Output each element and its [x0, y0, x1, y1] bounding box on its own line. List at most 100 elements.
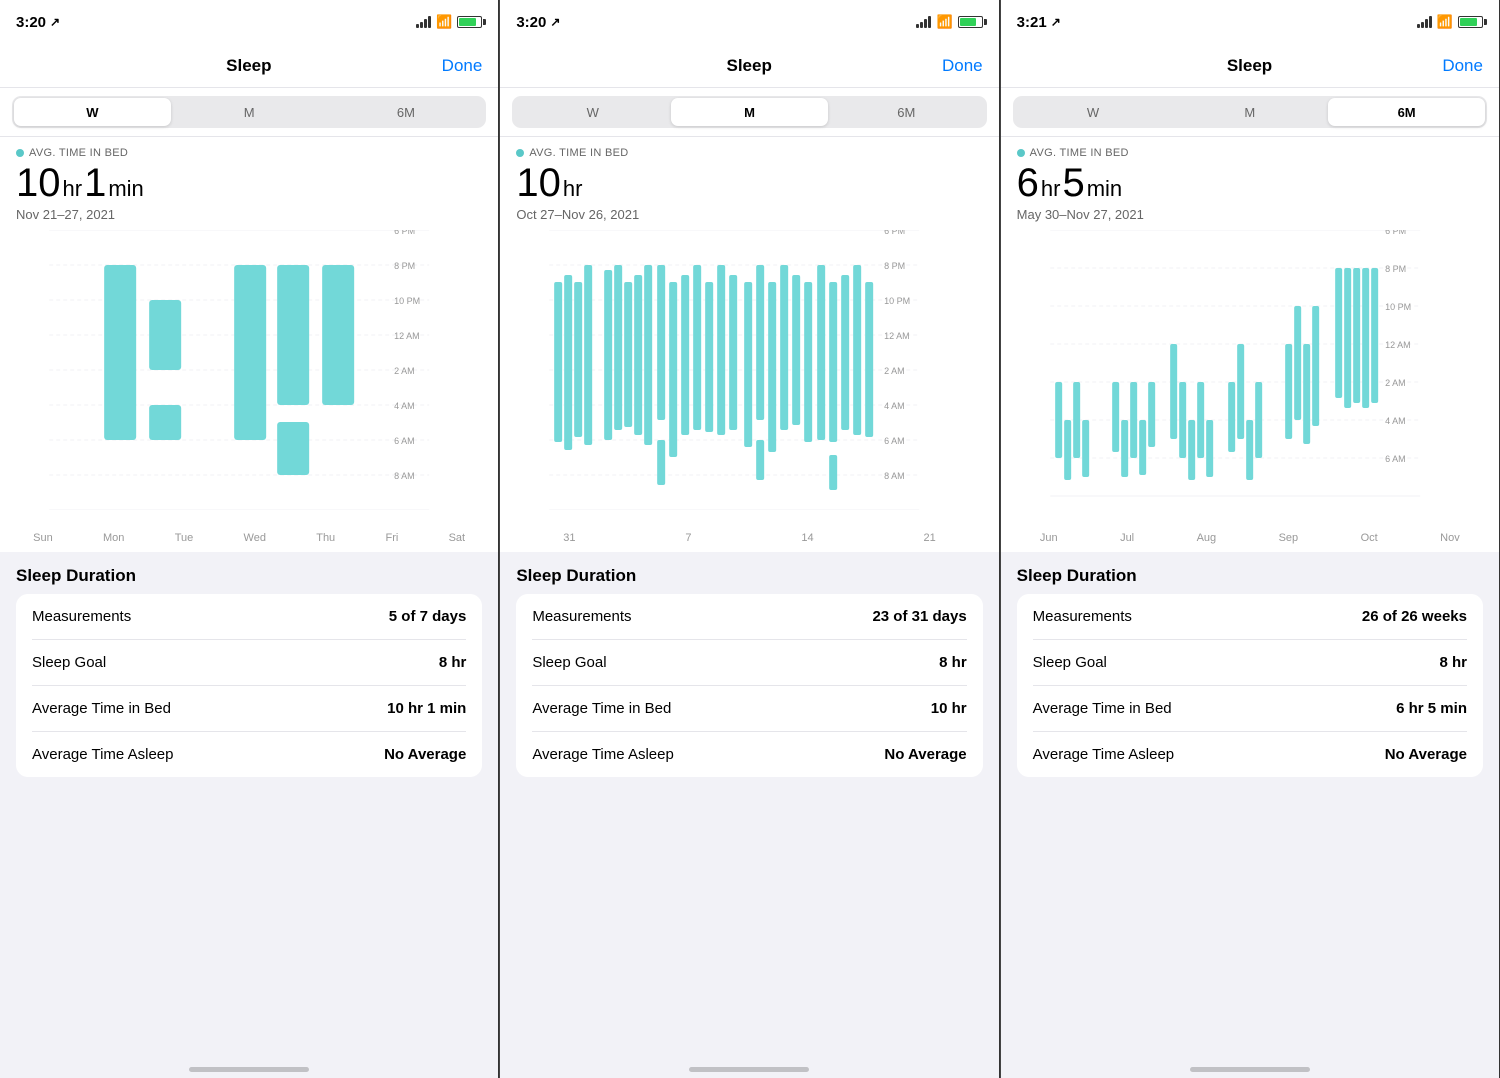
segment-container-1: W M 6M — [0, 88, 498, 137]
segment-w-3[interactable]: W — [1015, 98, 1172, 126]
cards-wrapper-2: Measurements 23 of 31 days Sleep Goal 8 … — [500, 594, 998, 777]
svg-text:6 AM: 6 AM — [394, 436, 415, 446]
card-label-avg-bed-2: Average Time in Bed — [532, 700, 671, 717]
x-label-aug: Aug — [1197, 532, 1217, 544]
segment-6m-1[interactable]: 6M — [328, 98, 485, 126]
x-label-7: 7 — [685, 532, 691, 544]
svg-text:8 PM: 8 PM — [884, 261, 905, 271]
card-avg-asleep-2[interactable]: Average Time Asleep No Average — [516, 732, 982, 777]
scroll-area-3: W M 6M AVG. TIME IN BED 6hr 5min May 30–… — [1001, 88, 1499, 1078]
card-label-measurements-2: Measurements — [532, 608, 631, 625]
home-indicator-2 — [689, 1067, 809, 1072]
x-label-wed: Wed — [244, 532, 266, 544]
x-axis-labels-3: Jun Jul Aug Sep Oct Nov — [1001, 530, 1499, 552]
x-label-fri: Fri — [385, 532, 398, 544]
segment-control-2: W M 6M — [512, 96, 986, 128]
card-avg-asleep-3[interactable]: Average Time Asleep No Average — [1017, 732, 1483, 777]
home-indicator-3 — [1190, 1067, 1310, 1072]
svg-text:8 PM: 8 PM — [394, 261, 415, 271]
card-value-avg-asleep-2: No Average — [884, 746, 966, 763]
card-measurements-3[interactable]: Measurements 26 of 26 weeks — [1017, 594, 1483, 639]
card-measurements-1[interactable]: Measurements 5 of 7 days — [16, 594, 482, 639]
avg-label-2: AVG. TIME IN BED — [516, 147, 982, 159]
battery-icon-3 — [1458, 16, 1483, 28]
avg-dot-3 — [1017, 149, 1025, 157]
segment-w-1[interactable]: W — [14, 98, 171, 126]
wifi-icon-1: 📶 — [436, 14, 452, 30]
card-label-avg-asleep-1: Average Time Asleep — [32, 746, 173, 763]
card-sleep-goal-1[interactable]: Sleep Goal 8 hr — [16, 640, 482, 685]
time-display-2: 3:20 — [516, 14, 546, 31]
x-label-mon: Mon — [103, 532, 124, 544]
chart-area-2: 6 PM 8 PM 10 PM 12 AM 2 AM 4 AM 6 AM 8 A… — [500, 230, 998, 530]
wifi-icon-2: 📶 — [936, 14, 952, 30]
card-label-avg-bed-3: Average Time in Bed — [1033, 700, 1172, 717]
nav-title-3: Sleep — [1227, 56, 1272, 76]
card-avg-bed-2[interactable]: Average Time in Bed 10 hr — [516, 686, 982, 731]
card-label-avg-asleep-2: Average Time Asleep — [532, 746, 673, 763]
x-label-jun: Jun — [1040, 532, 1058, 544]
card-value-avg-asleep-1: No Average — [384, 746, 466, 763]
nav-bar-1: Sleep Done — [0, 44, 498, 88]
svg-text:4 AM: 4 AM — [1385, 416, 1406, 426]
card-label-goal-2: Sleep Goal — [532, 654, 606, 671]
x-label-sun: Sun — [33, 532, 53, 544]
nav-bar-2: Sleep Done — [500, 44, 998, 88]
date-range-3: May 30–Nov 27, 2021 — [1017, 207, 1483, 222]
signal-icon-2 — [916, 16, 931, 28]
chart-svg-3: 6 PM 8 PM 10 PM 12 AM 2 AM 4 AM 6 AM — [1009, 230, 1491, 500]
x-label-tue: Tue — [175, 532, 194, 544]
segment-6m-2[interactable]: 6M — [828, 98, 985, 126]
card-sleep-goal-3[interactable]: Sleep Goal 8 hr — [1017, 640, 1483, 685]
data-cards-2: Measurements 23 of 31 days Sleep Goal 8 … — [516, 594, 982, 777]
card-value-goal-3: 8 hr — [1439, 654, 1467, 671]
svg-text:6 PM: 6 PM — [1385, 230, 1406, 236]
card-sleep-goal-2[interactable]: Sleep Goal 8 hr — [516, 640, 982, 685]
svg-text:8 AM: 8 AM — [884, 471, 905, 481]
svg-text:4 AM: 4 AM — [884, 401, 905, 411]
x-label-sat: Sat — [449, 532, 466, 544]
data-cards-3: Measurements 26 of 26 weeks Sleep Goal 8… — [1017, 594, 1483, 777]
segment-control-1: W M 6M — [12, 96, 486, 128]
svg-text:2 AM: 2 AM — [884, 366, 905, 376]
time-display-3: 3:21 — [1017, 14, 1047, 31]
x-label-jul: Jul — [1120, 532, 1134, 544]
done-button-3[interactable]: Done — [1442, 56, 1483, 76]
panel-week: 3:20 ↗ 📶 Sleep Done W M 6M — [0, 0, 499, 1078]
stats-area-3: AVG. TIME IN BED 6hr 5min May 30–Nov 27,… — [1001, 137, 1499, 230]
card-value-avg-bed-1: 10 hr 1 min — [387, 700, 466, 717]
card-value-measurements-1: 5 of 7 days — [389, 608, 467, 625]
card-avg-bed-1[interactable]: Average Time in Bed 10 hr 1 min — [16, 686, 482, 731]
main-value-1: 10hr 1min — [16, 161, 482, 205]
nav-bar-3: Sleep Done — [1001, 44, 1499, 88]
card-avg-bed-3[interactable]: Average Time in Bed 6 hr 5 min — [1017, 686, 1483, 731]
svg-text:2 AM: 2 AM — [1385, 378, 1406, 388]
nav-title-2: Sleep — [726, 56, 771, 76]
card-value-avg-bed-3: 6 hr 5 min — [1396, 700, 1467, 717]
signal-icon-1 — [416, 16, 431, 28]
card-value-measurements-3: 26 of 26 weeks — [1362, 608, 1467, 625]
segment-6m-3[interactable]: 6M — [1328, 98, 1485, 126]
nav-title-1: Sleep — [226, 56, 271, 76]
segment-m-2[interactable]: M — [671, 98, 828, 126]
card-value-goal-2: 8 hr — [939, 654, 967, 671]
time-display-1: 3:20 — [16, 14, 46, 31]
card-avg-asleep-1[interactable]: Average Time Asleep No Average — [16, 732, 482, 777]
card-label-goal-1: Sleep Goal — [32, 654, 106, 671]
x-label-sep: Sep — [1279, 532, 1299, 544]
card-measurements-2[interactable]: Measurements 23 of 31 days — [516, 594, 982, 639]
avg-dot-2 — [516, 149, 524, 157]
card-value-avg-bed-2: 10 hr — [931, 700, 967, 717]
card-label-avg-bed-1: Average Time in Bed — [32, 700, 171, 717]
done-button-2[interactable]: Done — [942, 56, 983, 76]
svg-text:2 AM: 2 AM — [394, 366, 415, 376]
segment-w-2[interactable]: W — [514, 98, 671, 126]
x-label-31: 31 — [563, 532, 575, 544]
x-label-thu: Thu — [316, 532, 335, 544]
segment-m-1[interactable]: M — [171, 98, 328, 126]
battery-icon-2 — [958, 16, 983, 28]
done-button-1[interactable]: Done — [442, 56, 483, 76]
segment-container-2: W M 6M — [500, 88, 998, 137]
x-label-14: 14 — [801, 532, 813, 544]
segment-m-3[interactable]: M — [1171, 98, 1328, 126]
